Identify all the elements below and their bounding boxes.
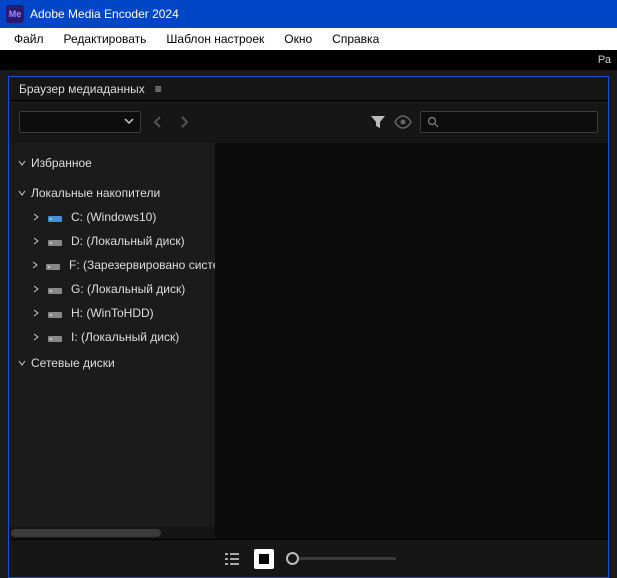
filter-icon[interactable] — [370, 114, 386, 130]
chevron-down-icon — [124, 113, 134, 131]
tree-label: C: (Windows10) — [71, 210, 156, 224]
slider-knob[interactable] — [286, 552, 299, 565]
tree-drive-f[interactable]: F: (Зарезервировано системой) — [9, 253, 215, 277]
chevron-down-icon — [17, 359, 27, 367]
chevron-right-icon — [31, 285, 41, 293]
tree-label: D: (Локальный диск) — [71, 234, 185, 248]
chevron-down-icon — [17, 159, 27, 167]
drive-icon — [47, 283, 63, 295]
titlebar: Me Adobe Media Encoder 2024 — [0, 0, 617, 28]
drive-icon — [47, 331, 63, 343]
tree-drive-g[interactable]: G: (Локальный диск) — [9, 277, 215, 301]
menu-file[interactable]: Файл — [4, 30, 54, 48]
menubar: Файл Редактировать Шаблон настроек Окно … — [0, 28, 617, 50]
tree-label: Избранное — [31, 156, 92, 170]
scrollbar-thumb[interactable] — [11, 529, 161, 537]
tree-network-drives[interactable]: Сетевые диски — [9, 351, 215, 375]
tree-horizontal-scrollbar[interactable] — [9, 527, 215, 539]
drive-icon — [45, 259, 61, 271]
tree-label: H: (WinToHDD) — [71, 306, 154, 320]
drive-icon — [47, 235, 63, 247]
nav-back-button[interactable] — [149, 113, 167, 131]
tree-local-drives[interactable]: Локальные накопители — [9, 181, 215, 205]
chevron-right-icon — [31, 333, 41, 341]
drive-icon — [47, 211, 63, 223]
window-title: Adobe Media Encoder 2024 — [30, 7, 179, 21]
search-input[interactable] — [443, 116, 591, 128]
tree-label: G: (Локальный диск) — [71, 282, 185, 296]
tree-drive-i[interactable]: I: (Локальный диск) — [9, 325, 215, 349]
app-icon: Me — [6, 5, 24, 23]
menu-edit[interactable]: Редактировать — [54, 30, 157, 48]
list-view-button[interactable] — [222, 549, 242, 569]
path-dropdown[interactable] — [19, 111, 141, 133]
strip-label: Ра — [598, 54, 611, 66]
nav-forward-button[interactable] — [175, 113, 193, 131]
menu-help[interactable]: Справка — [322, 30, 389, 48]
preview-area — [215, 143, 608, 539]
thumbnail-view-button[interactable] — [254, 549, 274, 569]
drive-icon — [47, 307, 63, 319]
panel-tab-label: Браузер медиаданных — [19, 82, 145, 96]
chevron-down-icon — [17, 189, 27, 197]
tree-drive-d[interactable]: D: (Локальный диск) — [9, 229, 215, 253]
tree-drive-h[interactable]: H: (WinToHDD) — [9, 301, 215, 325]
chevron-right-icon — [31, 261, 39, 269]
panel-tab-media-browser[interactable]: Браузер медиаданных ≡ — [9, 77, 172, 100]
tree-drive-c[interactable]: C: (Windows10) — [9, 205, 215, 229]
menu-window[interactable]: Окно — [274, 30, 322, 48]
tree-favorites[interactable]: Избранное — [9, 151, 215, 175]
tree-label: Сетевые диски — [31, 356, 115, 370]
search-icon — [427, 116, 439, 128]
panel-tabbar: Браузер медиаданных ≡ — [9, 77, 608, 101]
panel-content: Избранное Локальные накопители C: (Windo… — [9, 143, 608, 539]
chevron-right-icon — [31, 237, 41, 245]
folder-tree: Избранное Локальные накопители C: (Windo… — [9, 143, 215, 539]
chevron-right-icon — [31, 213, 41, 221]
panel-toolbar — [9, 101, 608, 143]
menu-presets[interactable]: Шаблон настроек — [156, 30, 274, 48]
chevron-right-icon — [31, 309, 41, 317]
zoom-slider[interactable] — [286, 557, 396, 560]
tree-label: F: (Зарезервировано системой) — [69, 258, 215, 272]
panel-menu-icon[interactable]: ≡ — [155, 82, 162, 96]
slider-track[interactable] — [286, 557, 396, 560]
panel-footer — [9, 539, 608, 577]
tree-label: Локальные накопители — [31, 186, 160, 200]
search-box[interactable] — [420, 111, 598, 133]
right-strip: Ра — [0, 50, 617, 70]
tree-label: I: (Локальный диск) — [71, 330, 179, 344]
eye-icon[interactable] — [394, 115, 412, 129]
media-browser-panel: Браузер медиаданных ≡ — [8, 76, 609, 578]
